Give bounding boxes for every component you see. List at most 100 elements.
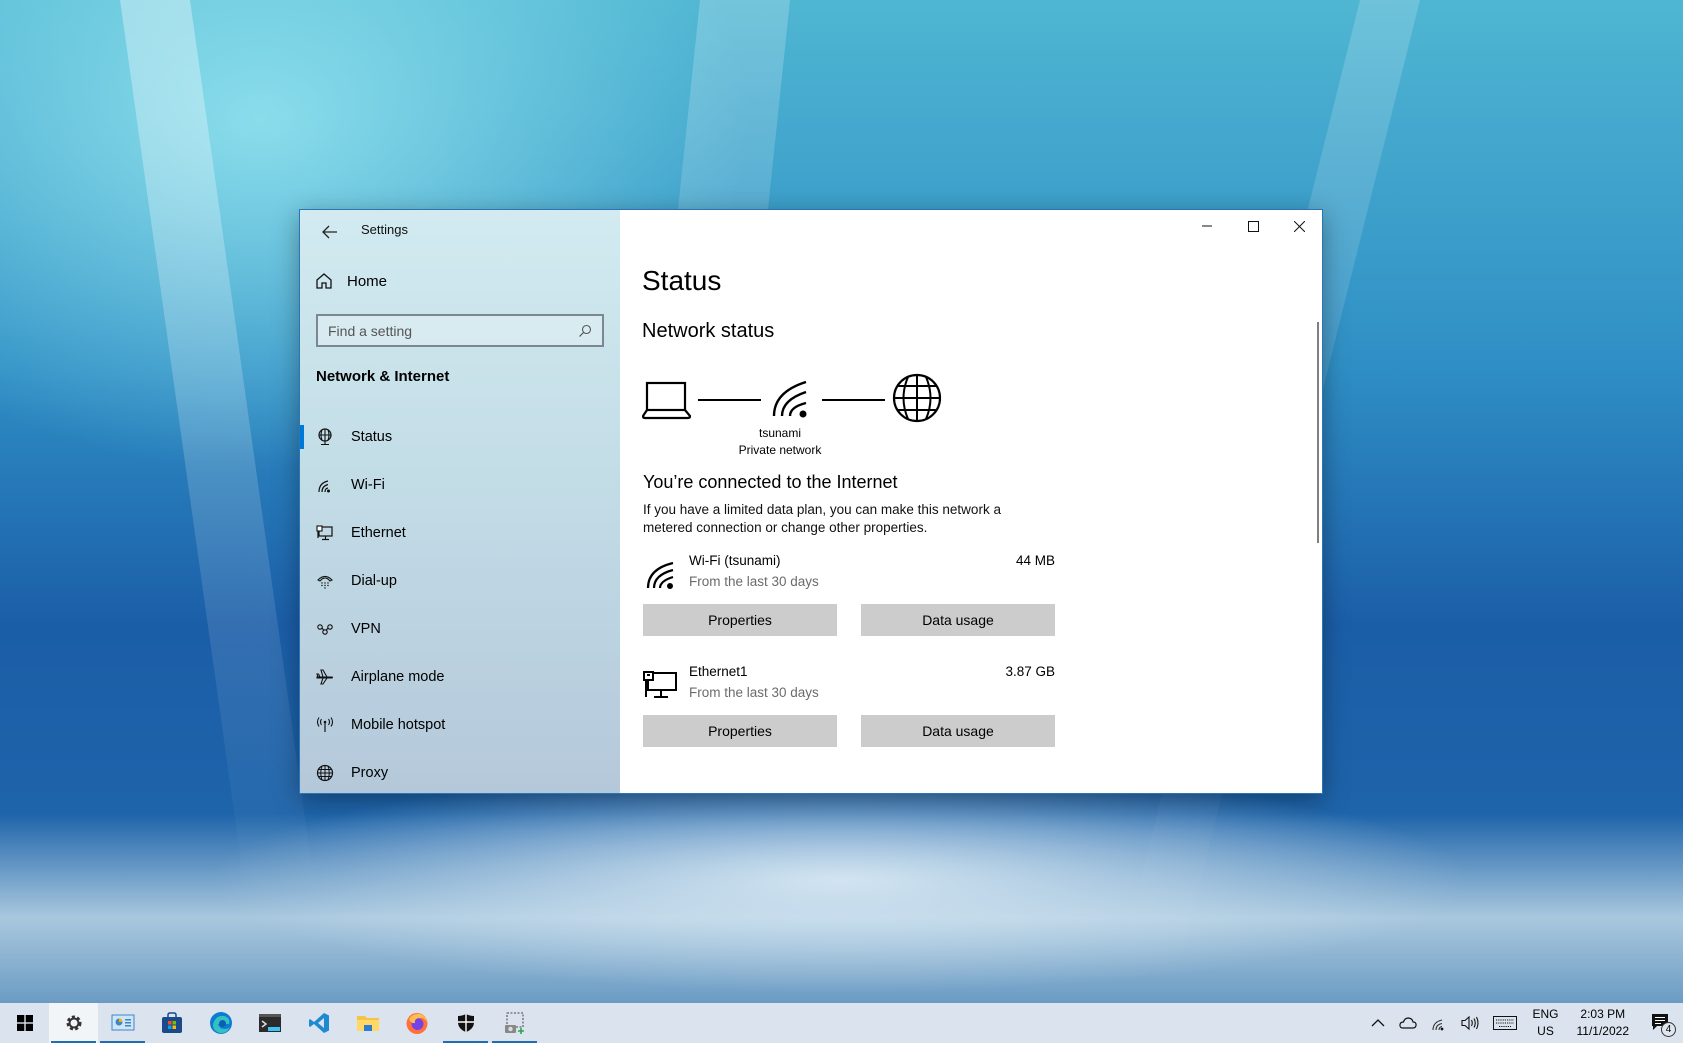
section-title: Network & Internet: [316, 368, 450, 385]
sidebar-item-home[interactable]: Home: [315, 265, 387, 297]
sidebar-item-label: VPN: [351, 621, 381, 637]
close-button[interactable]: [1276, 210, 1322, 242]
system-tray: ENG US 2:03 PM 11/1/2022 4: [1364, 1003, 1683, 1043]
network-tray-button[interactable]: [1424, 1003, 1454, 1043]
language-indicator[interactable]: ENG US: [1524, 1003, 1566, 1043]
window-controls: [1184, 210, 1322, 242]
data-usage-button[interactable]: Data usage: [861, 604, 1055, 636]
clock-date: 11/1/2022: [1576, 1024, 1630, 1038]
connection-line: [822, 399, 885, 401]
windows-start-icon: [16, 1015, 33, 1031]
network-card-ethernet: Ethernet1 From the last 30 days 3.87 GB …: [643, 664, 1055, 754]
sidebar-item-proxy[interactable]: Proxy: [300, 749, 620, 793]
properties-button[interactable]: Properties: [643, 604, 837, 636]
taskbar-control-panel[interactable]: [98, 1003, 147, 1043]
firefox-icon: [406, 1013, 427, 1034]
wifi-icon: [315, 475, 335, 495]
maximize-icon: [1247, 220, 1259, 232]
touch-keyboard-button[interactable]: [1486, 1003, 1524, 1043]
sidebar-item-label: Proxy: [351, 765, 389, 781]
network-name: tsunami: [758, 426, 802, 440]
close-icon: [1293, 220, 1305, 232]
language-code: ENG: [1532, 1007, 1559, 1021]
back-arrow-icon: [322, 225, 337, 239]
sidebar-nav: Status Wi-Fi Ethernet Dial-up VPN Airpla…: [300, 413, 620, 793]
minimize-button[interactable]: [1184, 210, 1230, 242]
wifi-router-icon: [772, 380, 807, 418]
sidebar-item-wifi[interactable]: Wi-Fi: [300, 461, 620, 509]
notification-count-badge: 4: [1661, 1022, 1676, 1037]
back-button[interactable]: [314, 216, 346, 248]
settings-window: Settings Home Network & Internet Status …: [299, 209, 1323, 794]
network-period: From the last 30 days: [689, 574, 819, 589]
taskbar-file-explorer[interactable]: [343, 1003, 392, 1043]
search-icon[interactable]: [578, 324, 592, 338]
search-box[interactable]: [316, 314, 604, 347]
action-center-button[interactable]: 4: [1639, 1003, 1683, 1043]
show-hidden-icons-button[interactable]: [1364, 1003, 1392, 1043]
taskbar-windows-security[interactable]: [441, 1003, 490, 1043]
keyboard-icon: [1493, 1016, 1518, 1030]
connection-line: [698, 399, 761, 401]
sidebar-item-status[interactable]: Status: [300, 413, 620, 461]
hotspot-icon: [315, 715, 335, 735]
network-usage: 44 MB: [1015, 553, 1055, 568]
network-name: Ethernet1: [689, 664, 748, 679]
vpn-icon: [315, 619, 335, 639]
onedrive-tray-button[interactable]: [1392, 1003, 1424, 1043]
sidebar-item-airplane-mode[interactable]: Airplane mode: [300, 653, 620, 701]
sidebar-item-mobile-hotspot[interactable]: Mobile hotspot: [300, 701, 620, 749]
taskbar-settings[interactable]: [49, 1003, 98, 1043]
gear-icon: [66, 1015, 81, 1031]
home-label: Home: [347, 272, 388, 290]
search-input[interactable]: [328, 322, 578, 339]
connection-status: You’re connected to the Internet: [643, 472, 898, 492]
dialup-icon: [315, 571, 335, 591]
sidebar-item-label: Status: [351, 429, 393, 445]
taskbar-terminal[interactable]: [245, 1003, 294, 1043]
network-name: Wi-Fi (tsunami): [689, 553, 781, 568]
maximize-button[interactable]: [1230, 210, 1276, 242]
content-pane: Status Network status tsunami Private ne…: [620, 210, 1322, 793]
vscode-icon: [308, 1013, 329, 1033]
home-icon: [316, 273, 332, 289]
sidebar: Settings Home Network & Internet Status …: [300, 210, 620, 793]
volume-tray-button[interactable]: [1454, 1003, 1486, 1043]
start-button[interactable]: [0, 1003, 49, 1043]
speaker-icon: [1461, 1015, 1480, 1031]
cloud-icon: [1399, 1017, 1418, 1029]
sidebar-item-label: Dial-up: [351, 573, 397, 589]
properties-button[interactable]: Properties: [643, 715, 837, 747]
snip-icon: [504, 1012, 524, 1034]
app-title: Settings: [361, 222, 408, 237]
sidebar-item-label: Wi-Fi: [351, 477, 385, 493]
internet-globe-icon: [892, 373, 942, 423]
terminal-icon: [258, 1014, 281, 1032]
network-usage: 3.87 GB: [1005, 664, 1055, 679]
store-icon: [161, 1012, 182, 1033]
wifi-icon: [646, 561, 674, 589]
sidebar-item-label: Airplane mode: [351, 669, 445, 685]
ethernet-icon: [315, 523, 335, 543]
network-card-wifi: Wi-Fi (tsunami) From the last 30 days 44…: [643, 553, 1055, 643]
ethernet-icon: [643, 671, 677, 698]
taskbar-store[interactable]: [147, 1003, 196, 1043]
wallpaper-ray: [120, 0, 317, 900]
network-status-heading: Network status: [642, 320, 775, 342]
connection-description: If you have a limited data plan, you can…: [643, 502, 1001, 535]
scrollbar[interactable]: [1317, 322, 1319, 543]
airplane-icon: [315, 667, 335, 687]
taskbar-snipping-tool[interactable]: [490, 1003, 539, 1043]
folder-icon: [356, 1016, 379, 1031]
sidebar-item-dialup[interactable]: Dial-up: [300, 557, 620, 605]
taskbar-edge[interactable]: [196, 1003, 245, 1043]
wifi-icon: [1432, 1019, 1444, 1031]
sidebar-item-vpn[interactable]: VPN: [300, 605, 620, 653]
taskbar-vscode[interactable]: [294, 1003, 343, 1043]
clock[interactable]: 2:03 PM 11/1/2022: [1567, 1003, 1640, 1043]
data-usage-button[interactable]: Data usage: [861, 715, 1055, 747]
sidebar-item-label: Ethernet: [351, 525, 406, 541]
minimize-icon: [1202, 225, 1212, 227]
taskbar-firefox[interactable]: [392, 1003, 441, 1043]
sidebar-item-ethernet[interactable]: Ethernet: [300, 509, 620, 557]
